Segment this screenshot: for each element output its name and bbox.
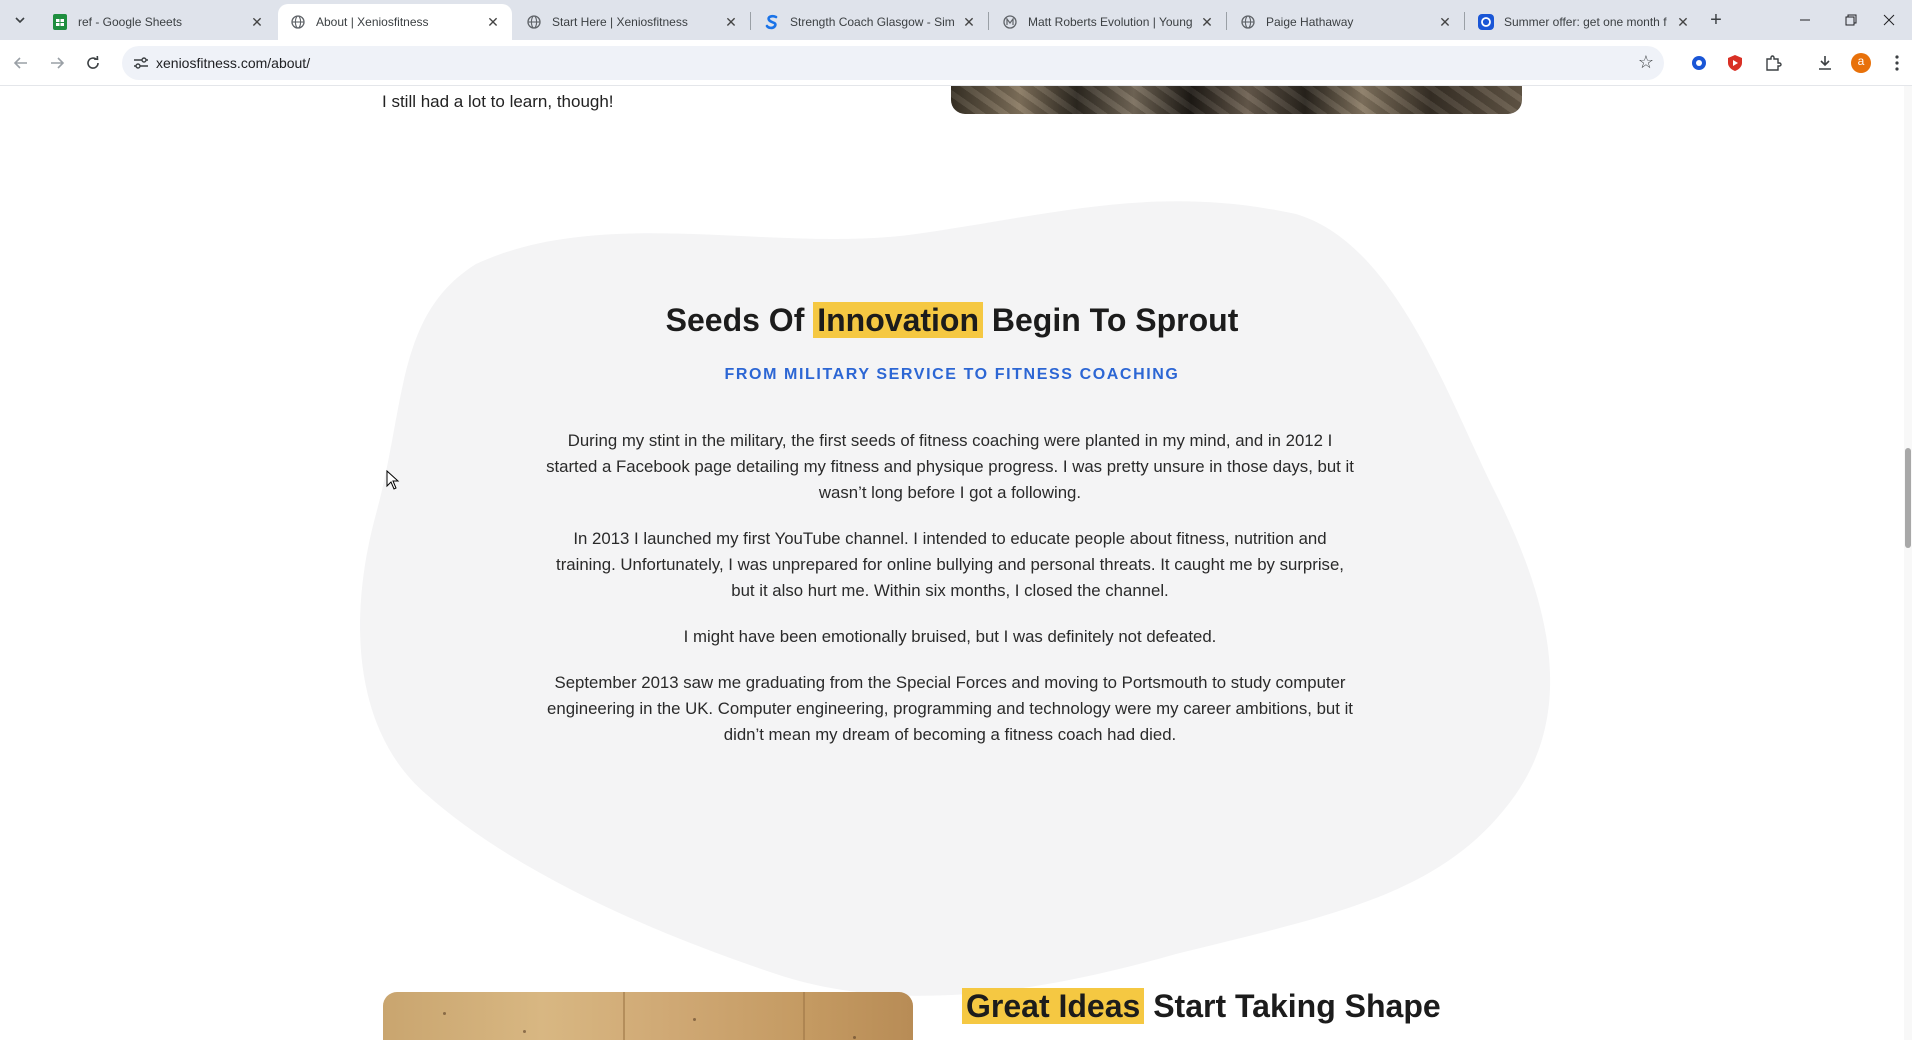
m-brand-icon: [1002, 14, 1018, 30]
tab-separator: [1464, 12, 1465, 30]
bookmark-star-icon[interactable]: ☆: [1638, 52, 1654, 73]
profile-initial: a: [1857, 54, 1865, 68]
reload-button[interactable]: [78, 48, 108, 78]
tab-title: Matt Roberts Evolution | Young: [1028, 15, 1192, 29]
tab-summer-offer[interactable]: Summer offer: get one month f ✕: [1466, 4, 1702, 40]
tab-title: About | Xeniosfitness: [316, 15, 429, 29]
section-heading: Seeds Of Innovation Begin To Sprout: [0, 302, 1904, 339]
wood-seam: [623, 992, 625, 1040]
back-button[interactable]: [6, 48, 36, 78]
tab-search-icon[interactable]: [8, 8, 32, 32]
globe-icon: [1240, 14, 1256, 30]
next-section-heading: Great Ideas Start Taking Shape: [962, 988, 1441, 1025]
tab-separator: [750, 12, 751, 30]
scrollbar-thumb[interactable]: [1905, 448, 1911, 548]
globe-icon: [290, 14, 306, 30]
close-tab-icon[interactable]: ✕: [1436, 13, 1454, 31]
paragraph-youtube: In 2013 I launched my first YouTube chan…: [556, 529, 1344, 600]
tab-separator: [1226, 12, 1227, 30]
tab-separator: [988, 12, 989, 30]
tab-matt-roberts[interactable]: Matt Roberts Evolution | Young ✕: [990, 4, 1226, 40]
extension-icon[interactable]: [1688, 52, 1710, 74]
url-text: xeniosfitness.com/about/: [156, 55, 311, 71]
wood-knot: [443, 1012, 446, 1015]
offer-icon: [1478, 14, 1494, 30]
heading-part-2: Begin To Sprout: [991, 302, 1239, 338]
menu-kebab-icon[interactable]: [1888, 52, 1906, 74]
close-tab-icon[interactable]: ✕: [248, 13, 266, 31]
wood-knot: [523, 1030, 526, 1033]
wood-seam: [803, 992, 805, 1040]
page-scrollbar[interactable]: [1904, 86, 1912, 1040]
browser-toolbar: xeniosfitness.com/about/ ☆ a: [0, 40, 1912, 86]
close-tab-icon[interactable]: ✕: [1674, 13, 1692, 31]
tab-title: Summer offer: get one month f: [1504, 15, 1667, 29]
page-viewport: I still had a lot to learn, though! Seed…: [0, 86, 1904, 1040]
tab-title: ref - Google Sheets: [78, 15, 183, 29]
mouse-cursor-icon: [386, 470, 400, 490]
paragraph-military: During my stint in the military, the fir…: [546, 431, 1354, 502]
heading-part-1: Seeds Of: [665, 302, 805, 338]
close-tab-icon[interactable]: ✕: [722, 13, 740, 31]
s-brand-icon: [764, 14, 780, 30]
close-tab-icon[interactable]: ✕: [960, 13, 978, 31]
tab-paige-hathaway[interactable]: Paige Hathaway ✕: [1228, 4, 1464, 40]
extensions-puzzle-icon[interactable]: [1762, 52, 1784, 74]
rocky-landscape-photo: [951, 86, 1522, 114]
download-icon[interactable]: [1814, 52, 1836, 74]
next-heading-rest: Start Taking Shape: [1153, 988, 1441, 1024]
tab-about-xeniosfitness[interactable]: About | Xeniosfitness ✕: [278, 4, 512, 40]
intro-closing-line: I still had a lot to learn, though!: [382, 92, 614, 111]
site-settings-icon[interactable]: [132, 54, 150, 72]
heading-highlight: Innovation: [813, 302, 983, 338]
address-bar[interactable]: xeniosfitness.com/about/ ☆: [122, 46, 1664, 80]
new-tab-button[interactable]: +: [1704, 8, 1728, 32]
paragraph-not-defeated: I might have been emotionally bruised, b…: [683, 627, 1217, 646]
forward-button[interactable]: [42, 48, 72, 78]
tab-strip: ref - Google Sheets ✕ About | Xeniosfitn…: [0, 0, 1912, 40]
sheets-icon: [52, 14, 68, 30]
tab-title: Paige Hathaway: [1266, 15, 1354, 29]
wood-knot: [853, 1036, 856, 1039]
shield-extension-icon[interactable]: [1724, 52, 1746, 74]
tab-start-here[interactable]: Start Here | Xeniosfitness ✕: [514, 4, 750, 40]
close-window-button[interactable]: [1866, 0, 1912, 40]
wood-knot: [693, 1018, 696, 1021]
tab-title: Start Here | Xeniosfitness: [552, 15, 688, 29]
profile-avatar[interactable]: a: [1850, 52, 1872, 74]
globe-icon: [526, 14, 542, 30]
close-tab-icon[interactable]: ✕: [1198, 13, 1216, 31]
next-heading-highlight: Great Ideas: [962, 988, 1145, 1024]
tab-strength-coach-glasgow[interactable]: Strength Coach Glasgow - Simp ✕: [752, 4, 988, 40]
tab-title: Strength Coach Glasgow - Simp: [790, 15, 954, 29]
wood-panel-photo: [383, 992, 913, 1040]
minimize-button[interactable]: [1782, 0, 1828, 40]
paragraph-september-2013: September 2013 saw me graduating from th…: [547, 673, 1353, 744]
tab-google-sheets[interactable]: ref - Google Sheets ✕: [40, 4, 276, 40]
section-subtitle: FROM MILITARY SERVICE TO FITNESS COACHIN…: [724, 366, 1180, 383]
close-tab-icon[interactable]: ✕: [484, 13, 502, 31]
